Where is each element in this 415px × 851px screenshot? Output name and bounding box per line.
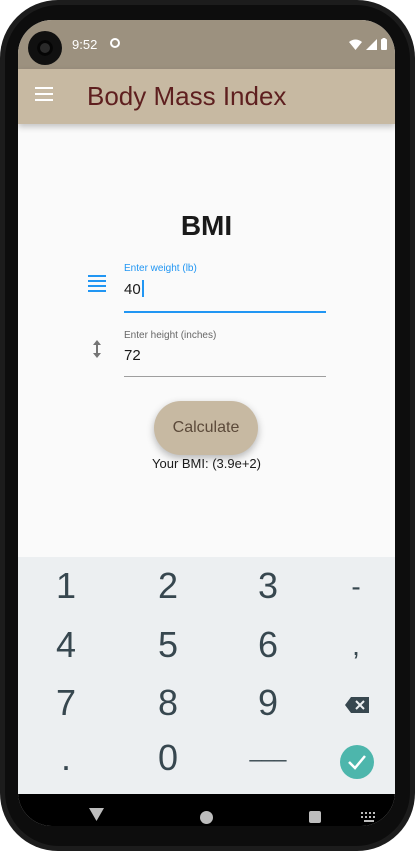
done-button[interactable] [340,745,374,779]
hamburger-menu-icon[interactable] [35,87,53,101]
backspace-icon[interactable] [345,697,369,713]
weight-input[interactable]: 40 [124,280,144,298]
height-input[interactable]: 72 [124,347,141,364]
status-bar: 9:52 [18,20,395,69]
app-notification-icon [110,38,120,48]
key-7[interactable]: 7 [26,682,106,724]
check-icon [348,755,366,770]
calculate-button[interactable]: Calculate [154,401,258,455]
key-3[interactable]: 3 [228,565,308,607]
recent-apps-icon[interactable] [309,811,321,823]
page-title: BMI [180,210,233,241]
keyboard-switch-icon[interactable] [361,812,377,822]
key-1[interactable]: 1 [26,565,106,607]
height-field-label: Enter height (inches) [124,330,217,341]
back-icon[interactable] [89,808,104,821]
camera-icon [28,31,62,65]
key-space[interactable]: ___ [228,737,308,763]
signal-icon [366,38,377,50]
bmi-result: Your BMI: (3.9e+2) [152,456,261,471]
weight-lines-icon [88,275,106,292]
numeric-keypad: 1 2 3 - 4 5 6 , 7 8 9 . 0 ___ [18,557,395,794]
key-0[interactable]: 0 [128,737,208,779]
battery-icon [381,38,387,50]
weight-field[interactable]: Enter weight (lb) 40 [124,263,326,313]
status-icons [349,37,387,51]
app-title: Body Mass Index [87,81,287,111]
app-bar: Body Mass Index [18,69,395,124]
text-cursor [141,280,144,297]
key-6[interactable]: 6 [228,624,308,666]
height-field[interactable]: Enter height (inches) 72 [124,330,326,377]
key-period[interactable]: . [26,737,106,779]
vertical-arrows-icon [93,340,101,358]
wifi-icon [349,39,362,50]
key-2[interactable]: 2 [128,565,208,607]
status-time: 9:52 [72,37,98,52]
weight-input-value: 40 [124,281,141,298]
screen: 9:52 Body Mass Index BMI Enter weight (l… [18,20,395,826]
key-comma[interactable]: , [316,630,395,662]
key-8[interactable]: 8 [128,682,208,724]
key-minus[interactable]: - [316,571,395,603]
key-5[interactable]: 5 [128,624,208,666]
navigation-bar [18,794,395,826]
key-9[interactable]: 9 [228,682,308,724]
weight-field-label: Enter weight (lb) [124,263,197,274]
key-4[interactable]: 4 [26,624,106,666]
home-icon[interactable] [200,811,213,824]
